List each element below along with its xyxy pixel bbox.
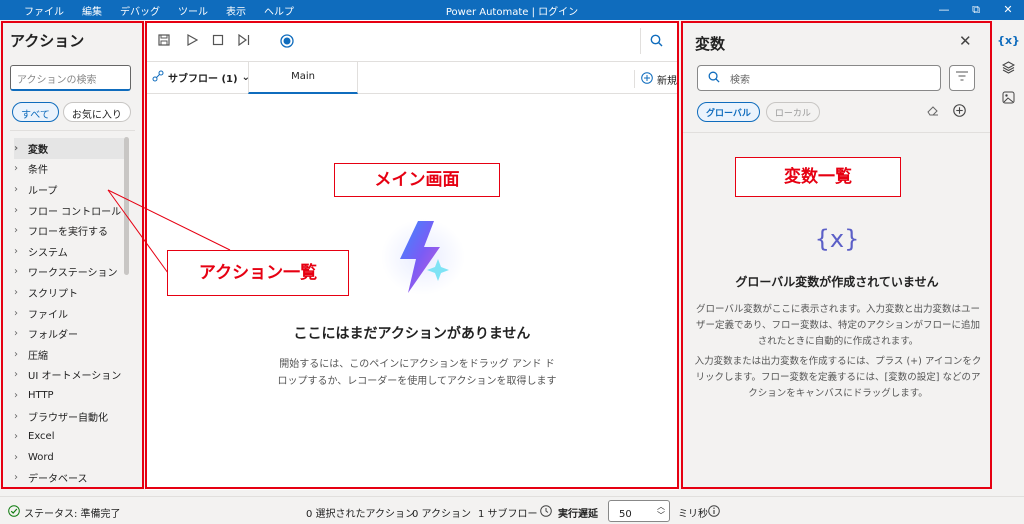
annotation-main-label: メイン画面	[334, 163, 500, 197]
annotation-callout-lines	[107, 189, 231, 274]
annotation-actions-label: アクション一覧	[167, 250, 349, 296]
annotation-vars-label: 変数一覧	[735, 157, 901, 197]
